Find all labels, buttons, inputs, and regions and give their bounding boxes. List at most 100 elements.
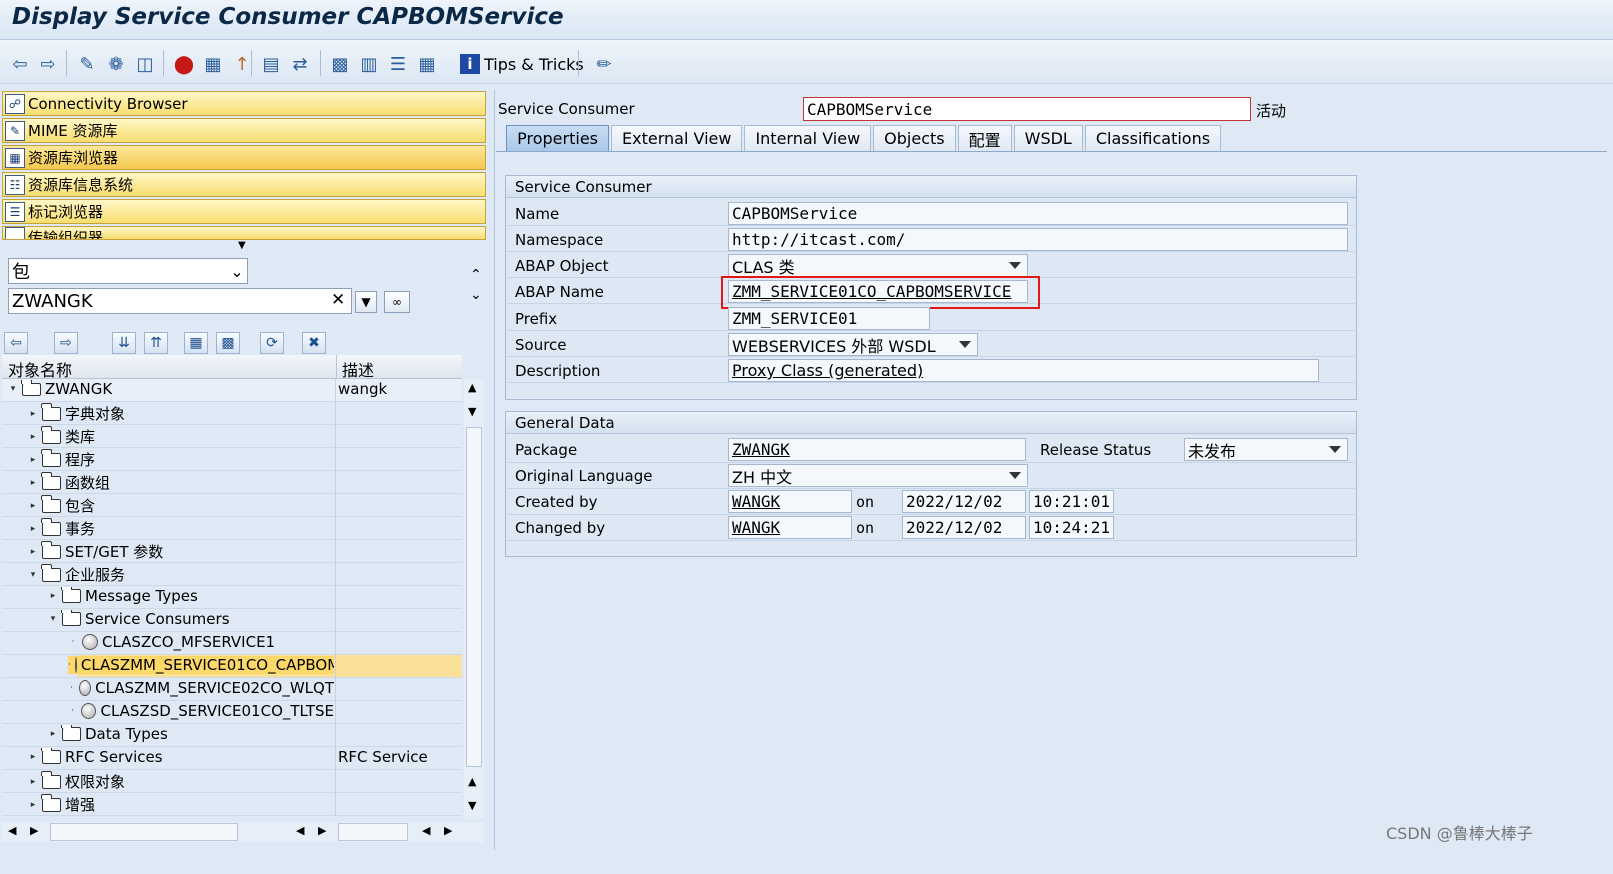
tree-structure-icon[interactable]: ▦ — [184, 332, 208, 354]
nav-transport-organizer[interactable]: 传输组织器 — [2, 226, 486, 240]
splitter[interactable] — [494, 90, 495, 850]
expanded-triangle-icon[interactable]: ▾ — [48, 614, 58, 624]
delete-icon[interactable]: ⬤ — [172, 52, 196, 76]
tab-external-view[interactable]: External View — [611, 125, 743, 151]
check-icon[interactable]: ❁ — [104, 52, 128, 76]
chevron-down-icon[interactable] — [1009, 472, 1021, 479]
scroll-down-icon[interactable]: ▼ — [468, 405, 476, 418]
display-glasses-icon[interactable]: ∞ — [384, 291, 410, 313]
scroll-thumb[interactable] — [466, 427, 482, 767]
scroll-up-icon[interactable]: ▲ — [468, 775, 476, 788]
chevron-down-icon[interactable] — [1329, 446, 1341, 453]
changed-by-field[interactable]: WANGK — [728, 516, 852, 539]
created-by-field[interactable]: WANGK — [728, 490, 852, 513]
collapsed-triangle-icon[interactable]: ▸ — [28, 409, 38, 419]
description-field[interactable]: Proxy Class (generated) — [728, 359, 1319, 382]
expand-nav-icon[interactable]: ▼ — [238, 240, 246, 251]
select-icon[interactable]: ▩ — [216, 332, 240, 354]
release-status-select[interactable]: 未发布 — [1184, 438, 1348, 461]
scroll-updown-icon[interactable]: ⌃ ⌄ — [470, 265, 482, 305]
expand-all-icon[interactable]: ⇊ — [112, 332, 136, 354]
refresh-icon[interactable]: ⟳ — [260, 332, 284, 354]
collapsed-triangle-icon[interactable]: ▸ — [28, 524, 38, 534]
edit-pencil-icon[interactable]: ✎ — [75, 52, 99, 76]
tab-properties[interactable]: Properties — [506, 125, 609, 151]
scroll-left-icon[interactable]: ◀ — [8, 824, 16, 837]
tree-row[interactable]: ▸ 增强 — [2, 793, 462, 816]
created-by-value[interactable]: WANGK — [732, 492, 780, 511]
tree-horizontal-scrollbar[interactable]: ◀ ▶ ◀ ▶ ◀ ▶ — [2, 822, 484, 842]
tree-row[interactable]: ▾ ZWANGK wangk — [2, 379, 462, 402]
tab-internal-view[interactable]: Internal View — [744, 125, 872, 151]
tree-vertical-scrollbar[interactable]: ▲ ▼ ▲ ▼ — [464, 379, 484, 819]
scroll-right-icon[interactable]: ▶ — [318, 824, 326, 837]
forward-arrow-icon[interactable]: ⇨ — [36, 52, 60, 76]
table-icon[interactable]: ▦ — [415, 52, 439, 76]
collapsed-triangle-icon[interactable]: ▸ — [28, 478, 38, 488]
display-object-list-icon[interactable]: ▤ — [259, 52, 283, 76]
collapsed-triangle-icon[interactable]: ▸ — [28, 501, 38, 511]
clear-input-icon[interactable]: ✕ — [331, 290, 345, 310]
collapsed-triangle-icon[interactable]: ▸ — [28, 752, 38, 762]
navigation-icon[interactable]: ⇄ — [288, 52, 312, 76]
back-arrow-icon[interactable]: ⇦ — [8, 52, 32, 76]
collapsed-triangle-icon[interactable]: ▸ — [28, 800, 38, 810]
stack-icon[interactable]: ☰ — [386, 52, 410, 76]
scroll-thumb[interactable] — [50, 823, 238, 841]
nav-mime-repository[interactable]: ✎ MIME 资源库 — [2, 118, 486, 143]
tree-row[interactable]: ▸ SET/GET 参数 — [2, 540, 462, 563]
collapsed-triangle-icon[interactable]: ▸ — [28, 777, 38, 787]
source-select[interactable]: WEBSERVICES 外部 WSDL — [728, 333, 978, 356]
tree-row[interactable]: ▸ 字典对象 — [2, 402, 462, 425]
tree-row[interactable]: · CLASZSD_SERVICE01CO_TLTSE — [2, 701, 462, 724]
tree-row[interactable]: ▸ 函数组 — [2, 471, 462, 494]
tree-row[interactable]: ▸ 程序 — [2, 448, 462, 471]
tab-objects[interactable]: Objects — [873, 125, 956, 151]
fullscreen-icon[interactable]: ▩ — [328, 52, 352, 76]
tree-row[interactable]: · CLASZCO_MFSERVICE1 — [2, 632, 462, 655]
namespace-field[interactable]: http://itcast.com/ — [728, 228, 1348, 251]
tips-and-tricks-button[interactable]: i Tips & Tricks — [460, 50, 584, 78]
tree-row[interactable]: ▾ 企业服务 — [2, 563, 462, 586]
nav-repository-browser[interactable]: ▦ 资源库浏览器 — [2, 145, 486, 170]
tab-classifications[interactable]: Classifications — [1084, 125, 1222, 151]
hierarchy-icon[interactable]: ▦ — [201, 52, 225, 76]
collapsed-triangle-icon[interactable]: ▸ — [28, 455, 38, 465]
expanded-triangle-icon[interactable]: ▾ — [8, 384, 18, 394]
where-used-icon[interactable]: ◫ — [133, 52, 157, 76]
prefix-field[interactable]: ZMM_SERVICE01 — [728, 307, 930, 330]
service-consumer-name-field[interactable]: CAPBOMService — [803, 97, 1251, 121]
package-field[interactable]: ZWANGK — [728, 438, 1026, 461]
object-name-input[interactable]: ZWANGK — [8, 288, 352, 314]
original-language-select[interactable]: ZH 中文 — [728, 464, 1028, 487]
tree-row[interactable]: ▸ 权限对象 — [2, 770, 462, 793]
collapse-all-icon[interactable]: ⇈ — [144, 332, 168, 354]
notes-icon[interactable]: ✏ — [592, 52, 616, 76]
collapsed-triangle-icon[interactable]: ▸ — [28, 432, 38, 442]
expanded-triangle-icon[interactable]: ▾ — [28, 570, 38, 580]
collapsed-triangle-icon[interactable]: ▸ — [28, 547, 38, 557]
tree-row[interactable]: ▸ Data Types — [2, 724, 462, 747]
package-value[interactable]: ZWANGK — [732, 440, 790, 459]
chevron-down-icon[interactable] — [959, 341, 971, 348]
nav-tag-browser[interactable]: ☰ 标记浏览器 — [2, 199, 486, 224]
scroll-up-icon[interactable]: ▲ — [468, 381, 476, 394]
tree-row[interactable]: ▸ 事务 — [2, 517, 462, 540]
scroll-right-icon[interactable]: ▶ — [30, 824, 38, 837]
chevron-down-icon[interactable]: ⌄ — [226, 260, 248, 282]
previous-object-icon[interactable]: ⇦ — [4, 332, 28, 354]
scroll-left-icon[interactable]: ◀ — [422, 824, 430, 837]
nav-connectivity-browser[interactable]: ☍ Connectivity Browser — [2, 91, 486, 116]
scroll-left-icon[interactable]: ◀ — [296, 824, 304, 837]
scroll-right-icon[interactable]: ▶ — [444, 824, 452, 837]
tree-row[interactable]: · CLASZMM_SERVICE02CO_WLQT — [2, 678, 462, 701]
changed-by-value[interactable]: WANGK — [732, 518, 780, 537]
tab-configuration[interactable]: 配置 — [957, 125, 1012, 151]
abap-object-select[interactable]: CLAS 类 — [728, 254, 1028, 277]
name-field[interactable]: CAPBOMService — [728, 202, 1348, 225]
tree-icon[interactable]: ▥ — [357, 52, 381, 76]
tree-row[interactable]: ▸ RFC Services RFC Service — [2, 747, 462, 770]
object-type-select[interactable]: 包 — [8, 258, 248, 284]
tree-row[interactable]: ▸ 包含 — [2, 494, 462, 517]
tree-row[interactable]: ▾ Service Consumers — [2, 609, 462, 632]
